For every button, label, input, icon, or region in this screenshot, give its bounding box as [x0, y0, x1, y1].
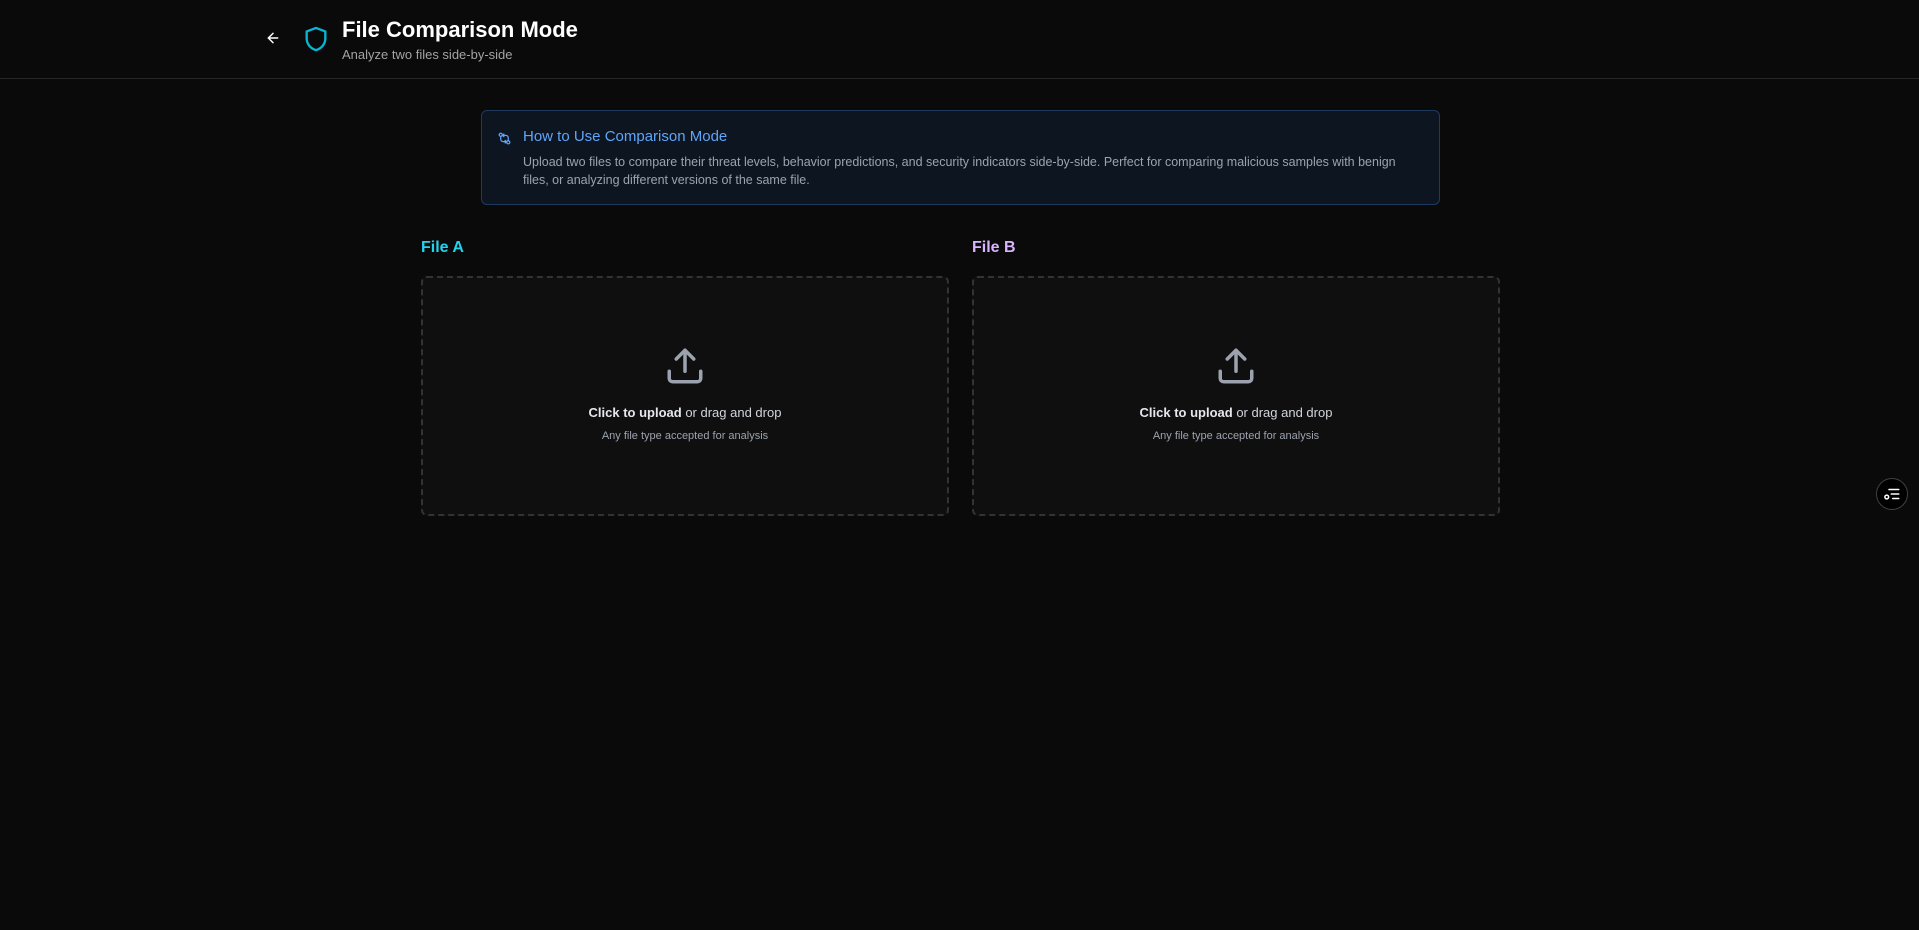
info-title: How to Use Comparison Mode	[523, 128, 728, 145]
floating-settings-button[interactable]	[1876, 478, 1908, 510]
arrow-left-icon	[267, 32, 279, 44]
upload-hint: Any file type accepted for analysis	[1152, 430, 1320, 442]
file-a-label: File A	[421, 239, 464, 256]
back-button[interactable]	[262, 27, 284, 49]
page-header: File Comparison Mode Analyze two files s…	[0, 0, 1919, 79]
file-b-label: File B	[972, 239, 1016, 256]
upload-hint: Any file type accepted for analysis	[601, 430, 769, 442]
info-box: How to Use Comparison Mode Upload two fi…	[481, 110, 1440, 205]
click-to-upload-text: Click to upload	[1139, 405, 1233, 420]
page-subtitle: Analyze two files side-by-side	[342, 47, 513, 62]
shield-icon	[305, 26, 327, 52]
click-to-upload-text: Click to upload	[588, 405, 682, 420]
upload-icon	[667, 348, 703, 384]
upload-instruction: Click to upload or drag and drop	[974, 405, 1498, 420]
upload-instruction: Click to upload or drag and drop	[423, 405, 947, 420]
upload-icon	[1218, 348, 1254, 384]
page-title: File Comparison Mode	[342, 17, 578, 42]
info-text: Upload two files to compare their threat…	[523, 155, 1396, 187]
drag-drop-text: or drag and drop	[1232, 405, 1333, 420]
drag-drop-text: or drag and drop	[681, 405, 782, 420]
git-compare-icon	[498, 132, 511, 145]
list-settings-icon	[1884, 488, 1900, 500]
file-b-dropzone[interactable]: Click to upload or drag and drop Any fil…	[972, 276, 1500, 516]
file-a-dropzone[interactable]: Click to upload or drag and drop Any fil…	[421, 276, 949, 516]
